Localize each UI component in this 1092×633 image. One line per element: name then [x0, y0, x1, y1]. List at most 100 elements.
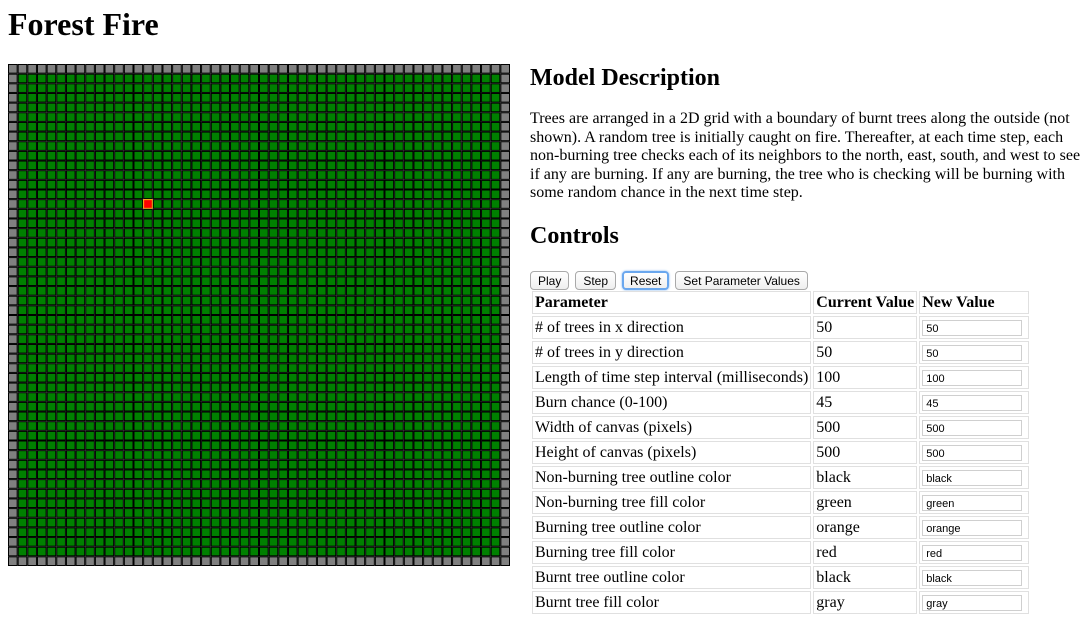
- tree: [452, 353, 462, 364]
- set-parameter-values-button[interactable]: Set Parameter Values: [675, 271, 808, 290]
- new-value-input[interactable]: [922, 394, 1023, 411]
- tree: [220, 257, 231, 267]
- tree: [384, 411, 395, 422]
- burnt-tree: [365, 556, 375, 566]
- new-value-cell: [919, 391, 1030, 414]
- new-value-input[interactable]: [922, 494, 1023, 511]
- tree: [394, 121, 404, 132]
- tree: [403, 430, 414, 441]
- tree: [413, 392, 424, 402]
- tree: [104, 179, 115, 190]
- tree: [384, 382, 395, 393]
- tree: [230, 440, 240, 451]
- tree: [403, 372, 414, 383]
- burnt-tree: [413, 64, 424, 74]
- tree: [287, 150, 298, 161]
- burnt-tree: [8, 247, 18, 258]
- tree: [152, 305, 163, 316]
- play-button[interactable]: Play: [530, 271, 570, 290]
- reset-button[interactable]: Reset: [622, 271, 670, 290]
- step-button[interactable]: Step: [575, 271, 617, 290]
- tree: [94, 392, 105, 402]
- tree: [287, 102, 298, 113]
- burnt-tree: [500, 247, 510, 258]
- tree: [123, 421, 134, 431]
- tree: [230, 102, 240, 113]
- tree: [104, 141, 115, 151]
- tree: [56, 527, 66, 538]
- tree: [123, 189, 134, 200]
- tree: [413, 440, 424, 451]
- tree: [94, 286, 105, 296]
- tree: [152, 247, 163, 258]
- tree: [452, 305, 462, 316]
- tree: [345, 121, 356, 132]
- tree: [172, 517, 182, 528]
- tree: [36, 517, 47, 528]
- new-value-input[interactable]: [922, 344, 1023, 361]
- tree: [287, 401, 298, 412]
- tree: [143, 324, 153, 335]
- tree: [471, 450, 482, 460]
- tree: [181, 498, 192, 509]
- parameter-name: # of trees in x direction: [532, 316, 812, 339]
- burning-tree: [143, 199, 153, 209]
- burnt-tree: [500, 257, 510, 267]
- tree: [345, 92, 356, 103]
- tree: [461, 353, 472, 364]
- tree: [17, 469, 28, 480]
- new-value-input[interactable]: [922, 594, 1023, 611]
- tree: [423, 479, 433, 489]
- tree: [46, 112, 57, 122]
- tree: [316, 517, 327, 528]
- tree: [394, 112, 404, 122]
- tree: [374, 286, 385, 296]
- tree: [56, 286, 66, 296]
- tree: [162, 334, 173, 344]
- tree: [114, 488, 124, 499]
- tree: [481, 121, 491, 132]
- tree: [27, 517, 37, 528]
- tree: [297, 189, 308, 200]
- controls-heading: Controls: [530, 223, 619, 249]
- tree: [481, 247, 491, 258]
- tree: [56, 315, 66, 325]
- tree: [336, 83, 346, 93]
- tree: [36, 83, 47, 93]
- tree: [374, 112, 385, 122]
- tree: [36, 150, 47, 161]
- tree: [278, 179, 288, 190]
- tree: [384, 286, 395, 296]
- new-value-input[interactable]: [922, 569, 1023, 586]
- tree: [133, 247, 144, 258]
- tree: [36, 199, 47, 209]
- tree: [316, 170, 327, 180]
- tree: [423, 92, 433, 103]
- tree: [355, 92, 366, 103]
- tree: [297, 498, 308, 509]
- tree: [413, 315, 424, 325]
- tree: [490, 286, 501, 296]
- new-value-input[interactable]: [922, 444, 1023, 461]
- new-value-input[interactable]: [922, 519, 1023, 536]
- tree: [461, 121, 472, 132]
- tree: [268, 199, 279, 209]
- new-value-input[interactable]: [922, 469, 1023, 486]
- burnt-tree: [345, 64, 356, 74]
- new-value-input[interactable]: [922, 369, 1023, 386]
- tree: [114, 228, 124, 238]
- tree: [143, 160, 153, 171]
- tree: [27, 218, 37, 229]
- burnt-tree: [278, 64, 288, 74]
- tree: [374, 459, 385, 470]
- tree: [452, 469, 462, 480]
- tree: [123, 517, 134, 528]
- tree: [384, 546, 395, 557]
- tree: [345, 382, 356, 393]
- new-value-input[interactable]: [922, 419, 1023, 436]
- tree: [94, 189, 105, 200]
- new-value-input[interactable]: [922, 319, 1023, 336]
- tree: [172, 440, 182, 451]
- tree: [104, 353, 115, 364]
- new-value-input[interactable]: [922, 544, 1023, 561]
